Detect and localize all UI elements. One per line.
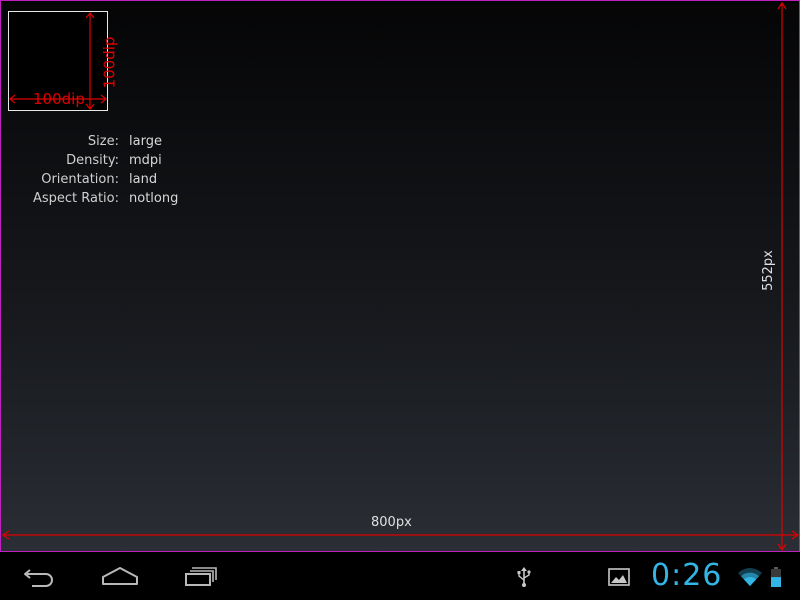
app-content-area: 100dip 100dip Size: large Density: mdpi … <box>0 0 800 552</box>
screen-width-label: 800px <box>371 515 412 530</box>
screen-info-list: Size: large Density: mdpi Orientation: l… <box>19 134 178 207</box>
recent-apps-button[interactable] <box>176 560 224 592</box>
info-value-density: mdpi <box>129 153 162 168</box>
info-label-density: Density: <box>66 153 119 168</box>
info-label-size: Size: <box>87 134 119 149</box>
battery-level-fill <box>771 577 781 587</box>
dip-reference-box: 100dip 100dip <box>8 11 118 111</box>
info-value-orientation: land <box>129 172 158 187</box>
info-value-aspect-ratio: notlong <box>129 191 179 206</box>
image-notification-icon <box>608 568 630 586</box>
usb-notification[interactable] <box>513 566 535 588</box>
battery-status <box>768 566 784 588</box>
back-icon <box>24 569 53 587</box>
wifi-status <box>737 566 763 588</box>
system-bar: 0:26 <box>0 552 800 600</box>
home-icon <box>102 567 138 585</box>
screen-height-label: 552px <box>760 250 776 291</box>
battery-icon <box>771 567 781 587</box>
info-value-size: large <box>129 134 162 149</box>
back-button[interactable] <box>16 560 64 592</box>
image-notification[interactable] <box>607 566 631 588</box>
wifi-icon <box>738 568 762 586</box>
home-button[interactable] <box>96 560 144 592</box>
dip-width-label: 100dip <box>33 90 85 108</box>
status-clock[interactable]: 0:26 <box>651 558 722 594</box>
recent-apps-icon <box>185 567 217 586</box>
info-label-aspect-ratio: Aspect Ratio: <box>32 191 119 206</box>
android-screen: 100dip 100dip Size: large Density: mdpi … <box>0 0 800 600</box>
dip-height-label: 100dip <box>100 36 119 89</box>
usb-icon <box>517 567 531 587</box>
info-label-orientation: Orientation: <box>41 172 119 187</box>
screen-measure-arrows <box>1 1 799 551</box>
